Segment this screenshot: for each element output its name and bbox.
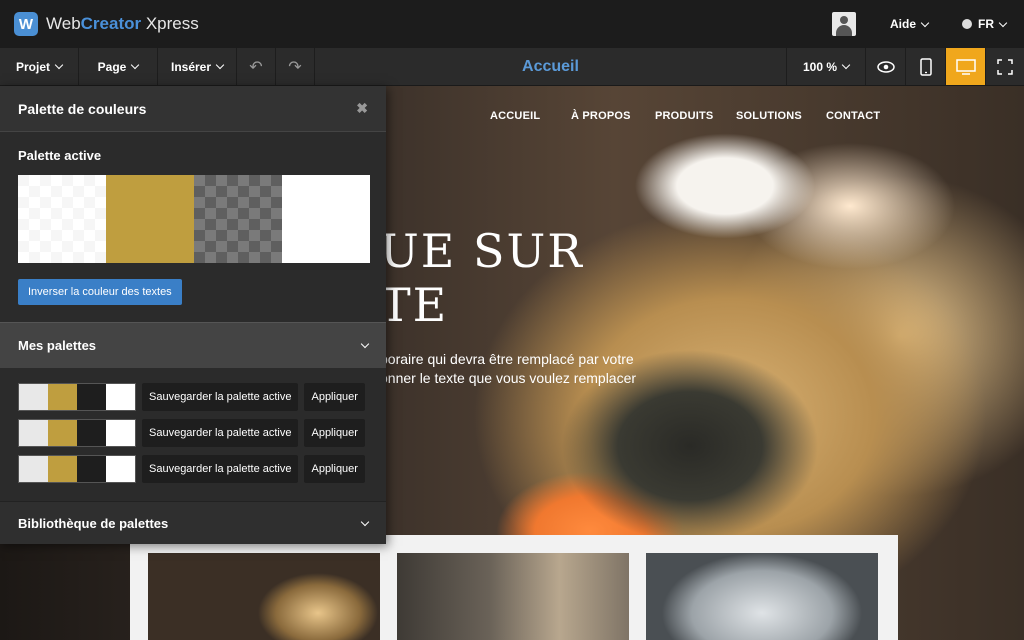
gallery-image-ice[interactable] [646,553,878,640]
color-palette-panel: Palette de couleurs ✖ Palette active Inv… [0,86,386,544]
desktop-view-button[interactable] [946,48,986,85]
preview-button[interactable] [866,48,906,85]
invert-text-color-button[interactable]: Inverser la couleur des textes [18,279,182,305]
apply-palette-button[interactable]: Appliquer [304,455,365,483]
mobile-view-button[interactable] [906,48,946,85]
chevron-down-icon [131,60,140,70]
chevron-down-icon [360,517,370,526]
gallery-image-table[interactable] [397,553,629,640]
brand-part1: Web [46,14,81,33]
palette-row: Sauvegarder la palette active Appliquer [18,454,368,484]
brand-name: WebCreator Xpress [46,14,199,34]
insert-label: Insérer [170,59,212,74]
page-menu[interactable]: Page [79,48,158,85]
mobile-icon [919,57,932,76]
hero-title-line1: UE SUR [380,224,584,278]
chevron-down-icon [360,339,370,349]
chevron-down-icon [920,18,930,27]
palette-preview-swatch [19,384,48,410]
editor-toolbar: Projet Page Insérer ↶ ↷ Accueil 100 % [0,48,1024,86]
hero-title[interactable]: UE SUR TE [380,224,584,332]
active-palette-swatches [18,175,370,263]
site-nav-produits[interactable]: PRODUITS [655,110,713,122]
palette-preview-swatch [106,384,135,410]
palette-preview-swatch [19,420,48,446]
palette-preview-swatch [106,420,135,446]
site-nav-a-propos[interactable]: À PROPOS [571,110,631,122]
site-nav-solutions[interactable]: SOLUTIONS [736,110,802,122]
insert-menu[interactable]: Insérer [158,48,237,85]
desktop-icon [955,58,976,75]
brand-part3: Xpress [141,14,199,33]
undo-icon: ↶ [249,58,263,76]
apply-palette-button[interactable]: Appliquer [304,383,365,411]
palette-preview-swatch [77,384,106,410]
my-palettes-label: Mes palettes [18,338,97,353]
palette-row: Sauvegarder la palette active Appliquer [18,382,368,412]
gallery-image-sushi[interactable] [148,553,380,640]
brand-part2: Creator [80,14,142,33]
hero-title-line2: TE [380,278,449,332]
active-swatch-4[interactable] [282,175,370,263]
chevron-down-icon [841,60,851,70]
language-label: FR [978,17,994,31]
active-swatch-1[interactable] [18,175,106,263]
save-palette-button[interactable]: Sauvegarder la palette active [142,419,299,447]
active-swatch-2[interactable] [106,175,194,263]
site-nav-contact[interactable]: CONTACT [826,110,880,122]
redo-button[interactable]: ↷ [276,48,315,85]
palette-preview[interactable] [18,419,136,447]
fullscreen-icon [997,58,1013,75]
save-palette-button[interactable]: Sauvegarder la palette active [142,383,299,411]
project-label: Projet [15,59,50,74]
globe-icon [962,19,972,29]
hero-text[interactable]: poraire qui devra être remplacé par votr… [380,350,636,388]
palette-preview-swatch [77,456,106,482]
app-header: W WebCreator Xpress Aide FR [0,0,1024,48]
zoom-label: 100 % [802,59,838,74]
undo-button[interactable]: ↶ [237,48,276,85]
hero-text-line2: onner le texte que vous voulez remplacer [380,370,637,386]
language-menu[interactable]: FR [962,17,1008,31]
panel-title: Palette de couleurs [18,100,147,117]
palette-preview-swatch [48,420,77,446]
active-palette-label: Palette active [18,148,102,163]
chevron-down-icon [998,18,1008,27]
palette-preview[interactable] [18,383,136,411]
redo-icon: ↷ [288,58,302,76]
hero-text-line1: poraire qui devra être remplacé par votr… [380,351,634,367]
user-avatar-icon[interactable] [831,12,856,36]
site-nav-accueil[interactable]: ACCUEIL [490,110,540,122]
palette-preview-swatch [48,456,77,482]
active-swatch-3[interactable] [194,175,282,263]
active-palette-section: Palette active Inverser la couleur des t… [0,132,386,322]
save-palette-button[interactable]: Sauvegarder la palette active [142,455,299,483]
my-palettes-list: Sauvegarder la palette active Appliquer Sa… [0,368,386,501]
palette-preview[interactable] [18,455,136,483]
my-palettes-header[interactable]: Mes palettes [0,322,386,368]
help-label: Aide [889,17,916,31]
palette-preview-swatch [77,420,106,446]
page-label: Page [97,59,127,74]
close-icon[interactable]: ✖ [356,100,368,117]
apply-palette-button[interactable]: Appliquer [304,419,365,447]
help-menu[interactable]: Aide [889,17,930,31]
zoom-menu[interactable]: 100 % [786,48,866,85]
header-right: Aide FR [831,0,1024,48]
palette-preview-swatch [48,384,77,410]
current-page-title[interactable]: Accueil [315,48,786,85]
palette-preview-swatch [106,456,135,482]
palette-library-label: Bibliothèque de palettes [18,515,169,531]
panel-header: Palette de couleurs ✖ [0,86,386,132]
logo-icon[interactable]: W [14,12,38,36]
palette-library-header[interactable]: Bibliothèque de palettes [0,501,386,544]
project-menu[interactable]: Projet [0,48,79,85]
palette-preview-swatch [19,456,48,482]
palette-row: Sauvegarder la palette active Appliquer [18,418,368,448]
image-gallery [130,535,898,640]
eye-icon [876,60,895,73]
chevron-down-icon [54,60,64,70]
chevron-down-icon [215,60,225,70]
fullscreen-button[interactable] [986,48,1024,85]
